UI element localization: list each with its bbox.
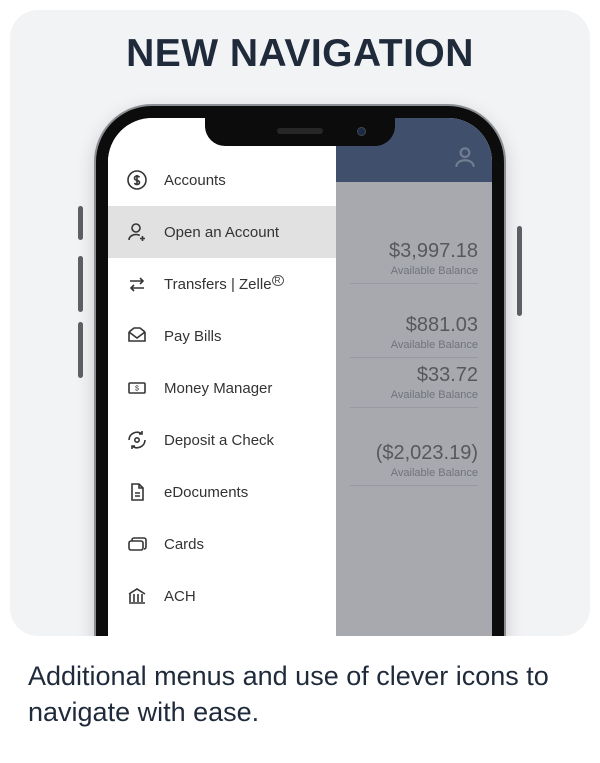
person-plus-icon — [124, 220, 150, 244]
main-content: $3,997.18 Available Balance $881.03 Availab… — [336, 118, 492, 636]
sidebar-item-label: Cards — [164, 536, 204, 553]
promo-card: NEW NAVIGATION Accounts Open an Account Tr… — [10, 10, 590, 636]
sidebar-item-deposit-a-check[interactable]: Deposit a Check — [108, 414, 336, 466]
sidebar-item-label: Deposit a Check — [164, 432, 274, 449]
profile-icon[interactable] — [452, 144, 478, 175]
balance-label: Available Balance — [350, 339, 478, 351]
money-rect-icon — [124, 376, 150, 400]
balance-label: Available Balance — [350, 467, 478, 479]
sidebar-menu: Accounts Open an Account Transfers | Zelle… — [108, 118, 336, 636]
sidebar-item-wires[interactable]: Wires — [108, 622, 336, 636]
sidebar-item-edocuments[interactable]: eDocuments — [108, 466, 336, 518]
balance-row: $3,997.18 Available Balance — [350, 240, 478, 284]
phone-notch — [205, 116, 395, 146]
balance-amount: $33.72 — [350, 364, 478, 387]
sidebar-item-label: Money Manager — [164, 380, 272, 397]
balance-amount: $881.03 — [350, 314, 478, 337]
sidebar-item-label: eDocuments — [164, 484, 248, 501]
bank-icon — [124, 584, 150, 608]
sidebar-item-label: Open an Account — [164, 224, 279, 241]
sidebar-item-accounts[interactable]: Accounts — [108, 154, 336, 206]
sidebar-item-label: Pay Bills — [164, 328, 222, 345]
balance-amount: $3,997.18 — [350, 240, 478, 263]
sidebar-item-label: Accounts — [164, 172, 226, 189]
sidebar-item-label: Transfers | ZelleR — [164, 276, 284, 293]
balance-row: $881.03 Available Balance — [350, 314, 478, 358]
cards-icon — [124, 532, 150, 556]
document-icon — [124, 480, 150, 504]
balance-row: $33.72 Available Balance — [350, 364, 478, 408]
sidebar-item-open-an-account[interactable]: Open an Account — [108, 206, 336, 258]
camera-cycle-icon — [124, 428, 150, 452]
balance-amount: ($2,023.19) — [350, 442, 478, 465]
sidebar-item-money-manager[interactable]: Money Manager — [108, 362, 336, 414]
sidebar-item-ach[interactable]: ACH — [108, 570, 336, 622]
promo-headline: NEW NAVIGATION — [10, 32, 590, 76]
envelope-icon — [124, 324, 150, 348]
balance-label: Available Balance — [350, 389, 478, 401]
sidebar-item-transfers-zelle[interactable]: Transfers | ZelleR — [108, 258, 336, 310]
phone-mock: Accounts Open an Account Transfers | Zelle… — [96, 106, 504, 636]
sidebar-item-pay-bills[interactable]: Pay Bills — [108, 310, 336, 362]
balance-row: ($2,023.19) Available Balance — [350, 442, 478, 486]
promo-caption: Additional menus and use of clever icons… — [0, 636, 600, 731]
balance-label: Available Balance — [350, 265, 478, 277]
sidebar-item-cards[interactable]: Cards — [108, 518, 336, 570]
sidebar-item-label: ACH — [164, 588, 196, 605]
dollar-circle-icon — [124, 168, 150, 192]
transfer-arrows-icon — [124, 272, 150, 296]
